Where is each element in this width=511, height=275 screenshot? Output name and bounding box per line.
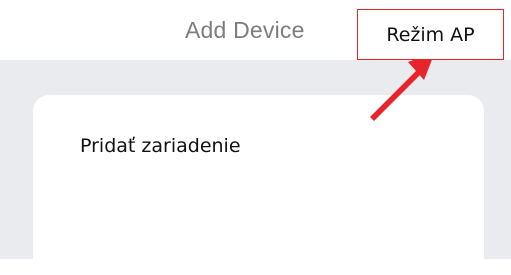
red-pointer-arrow-icon xyxy=(370,52,435,121)
ap-mode-callout[interactable]: Režim AP xyxy=(357,9,504,60)
page-title: Add Device xyxy=(185,17,305,43)
arrow-shaft xyxy=(370,69,422,121)
ap-mode-label[interactable]: Režim AP xyxy=(386,24,474,46)
add-device-label[interactable]: Pridať zariadenie xyxy=(80,135,241,157)
